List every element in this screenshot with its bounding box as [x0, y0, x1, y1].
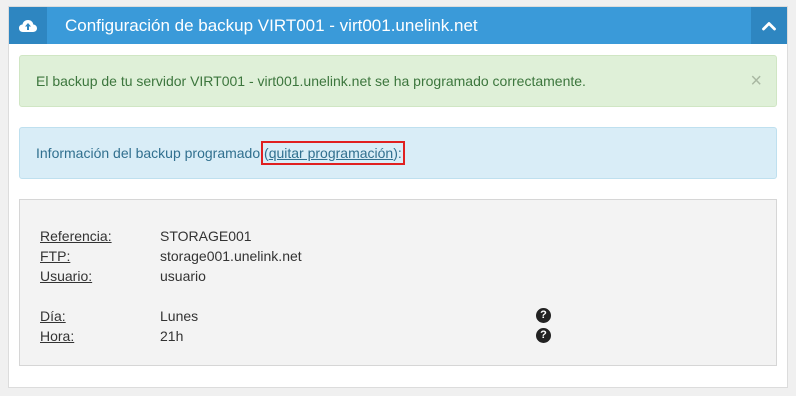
detail-label: FTP: — [40, 248, 71, 264]
info-message: Información del backup programado (quita… — [36, 128, 405, 178]
success-alert: El backup de tu servidor VIRT001 - virt0… — [19, 55, 777, 107]
info-alert: Información del backup programado (quita… — [19, 127, 777, 179]
detail-label: Usuario: — [40, 268, 93, 284]
help-icon[interactable]: ? — [536, 328, 551, 343]
chevron-up-icon — [762, 21, 776, 30]
cloud-upload-icon — [9, 7, 47, 44]
backup-config-panel: Configuración de backup VIRT001 - virt00… — [8, 6, 788, 388]
detail-value: Lunes — [160, 308, 199, 324]
detail-value: storage001.unelink.net — [160, 248, 302, 264]
detail-value: usuario — [160, 268, 206, 284]
remove-schedule-link[interactable]: quitar programación — [269, 145, 394, 161]
panel-header: Configuración de backup VIRT001 - virt00… — [9, 7, 787, 44]
collapse-toggle-button[interactable] — [751, 7, 787, 44]
detail-value: STORAGE001 — [160, 228, 252, 244]
unschedule-highlight: (quitar programación): — [261, 141, 405, 165]
detail-value: 21h — [160, 328, 184, 344]
info-prefix: Información del backup programado — [36, 145, 261, 161]
success-message: El backup de tu servidor VIRT001 - virt0… — [36, 73, 586, 89]
panel-title: Configuración de backup VIRT001 - virt00… — [65, 16, 478, 35]
backup-details: Referencia: STORAGE001 FTP: storage001.u… — [19, 199, 777, 366]
help-icon[interactable]: ? — [536, 308, 551, 323]
detail-label: Referencia: — [40, 228, 112, 244]
link-close-paren: ): — [393, 145, 402, 161]
close-icon[interactable]: × — [750, 56, 762, 106]
detail-label: Día: — [40, 308, 66, 324]
detail-label: Hora: — [40, 328, 75, 344]
